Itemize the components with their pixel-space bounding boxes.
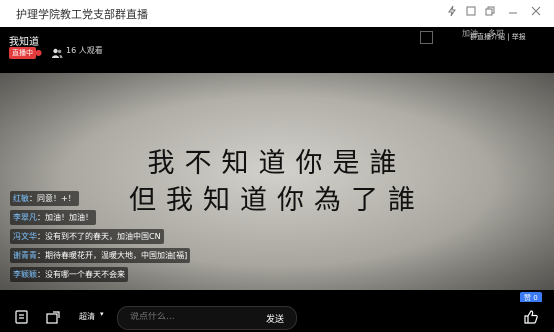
chat-message: 李翠凡：加油！加油！ xyxy=(10,210,96,225)
chevron-down-icon[interactable]: ▾ xyxy=(100,310,104,318)
chat-username[interactable]: 李翠凡 xyxy=(13,213,37,222)
chat-message: 谢青青：期待春暖花开，温暖大地，中国加油[福] xyxy=(10,248,191,263)
chat-username[interactable]: 谢青青 xyxy=(13,251,37,260)
chat-message: 红敏：同意！+！ xyxy=(10,191,79,206)
chat-username[interactable]: 李颖颖 xyxy=(13,270,37,279)
chat-text: 加油！加油！ xyxy=(45,213,93,222)
chat-text: 没有哪一个春天不会来 xyxy=(45,270,125,279)
chat-text: 同意！+！ xyxy=(37,194,76,203)
notes-icon[interactable] xyxy=(14,309,30,325)
comment-box: 发送 xyxy=(117,306,297,330)
room-name: 我知道 xyxy=(9,37,39,48)
quality-select[interactable]: 超清 xyxy=(79,311,95,322)
thumbs-up-icon[interactable] xyxy=(523,309,539,325)
window-title: 护理学院教工党支部群直播 xyxy=(16,8,148,21)
header-links[interactable]: 群直播介绍 | 举报 xyxy=(470,32,526,42)
video-caption-line-1: 我不知道你是誰 xyxy=(147,148,407,179)
live-dot-icon: ● xyxy=(35,48,42,57)
chat-text: 期待春暖花开，温暖大地，中国加油[福] xyxy=(45,251,188,260)
viewers-icon xyxy=(51,44,63,58)
close-icon[interactable] xyxy=(528,5,544,21)
chat-message: 李颖颖：没有哪一个春天不会来 xyxy=(10,267,128,282)
chat-username[interactable]: 红敏 xyxy=(13,194,29,203)
chat-text: 没有到不了的春天，加油中国CN xyxy=(45,232,161,241)
comment-input[interactable] xyxy=(130,312,250,322)
viewer-count: 16 人观看 xyxy=(66,46,103,55)
pin-icon[interactable] xyxy=(444,5,460,21)
window-titlebar: 护理学院教工党支部群直播 xyxy=(0,0,554,27)
restore-icon[interactable] xyxy=(482,5,498,21)
maximize-icon[interactable] xyxy=(463,5,479,21)
minimize-icon[interactable] xyxy=(505,5,521,21)
bottom-toolbar: 超清 ▾ 发送 xyxy=(0,302,554,332)
chat-message: 冯文华：没有到不了的春天，加油中国CN xyxy=(10,229,164,244)
live-badge: 直播中 xyxy=(9,47,36,59)
chat-username[interactable]: 冯文华 xyxy=(13,232,37,241)
qr-code-icon[interactable] xyxy=(420,31,433,44)
live-header: 我知道 直播中 ● 16 人观看 加油 多可 群直播介绍 | 举报 xyxy=(0,27,554,73)
share-icon[interactable] xyxy=(45,309,61,325)
send-button[interactable]: 发送 xyxy=(266,312,284,325)
